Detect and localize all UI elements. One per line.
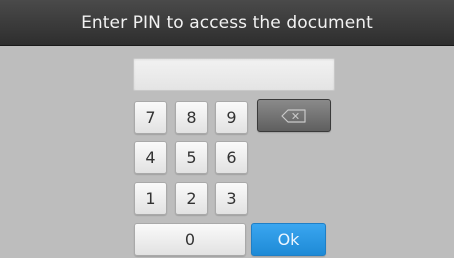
key-4-button[interactable]: 4 (134, 141, 167, 174)
key-9-label: 9 (226, 108, 237, 127)
key-5-button[interactable]: 5 (175, 141, 208, 174)
key-7-button[interactable]: 7 (134, 101, 167, 134)
key-6-button[interactable]: 6 (215, 141, 248, 174)
key-0-label: 0 (184, 230, 196, 249)
key-6-label: 6 (226, 148, 237, 167)
pin-input[interactable] (133, 58, 335, 91)
key-2-button[interactable]: 2 (175, 182, 208, 215)
page-title: Enter PIN to access the document (81, 12, 373, 33)
key-3-label: 3 (226, 189, 237, 208)
backspace-button[interactable] (257, 99, 331, 132)
key-1-label: 1 (145, 189, 156, 208)
key-9-button[interactable]: 9 (215, 101, 248, 134)
key-8-button[interactable]: 8 (175, 101, 208, 134)
key-7-label: 7 (145, 108, 156, 127)
key-0-button[interactable]: 0 (134, 223, 246, 256)
key-2-label: 2 (186, 189, 197, 208)
backspace-icon (281, 108, 306, 123)
key-3-button[interactable]: 3 (215, 182, 248, 215)
key-1-button[interactable]: 1 (134, 182, 167, 215)
ok-label: Ok (277, 230, 300, 249)
ok-button[interactable]: Ok (251, 223, 326, 256)
title-bar: Enter PIN to access the document (0, 0, 454, 46)
key-4-label: 4 (145, 148, 156, 167)
key-8-label: 8 (186, 108, 197, 127)
key-5-label: 5 (186, 148, 197, 167)
